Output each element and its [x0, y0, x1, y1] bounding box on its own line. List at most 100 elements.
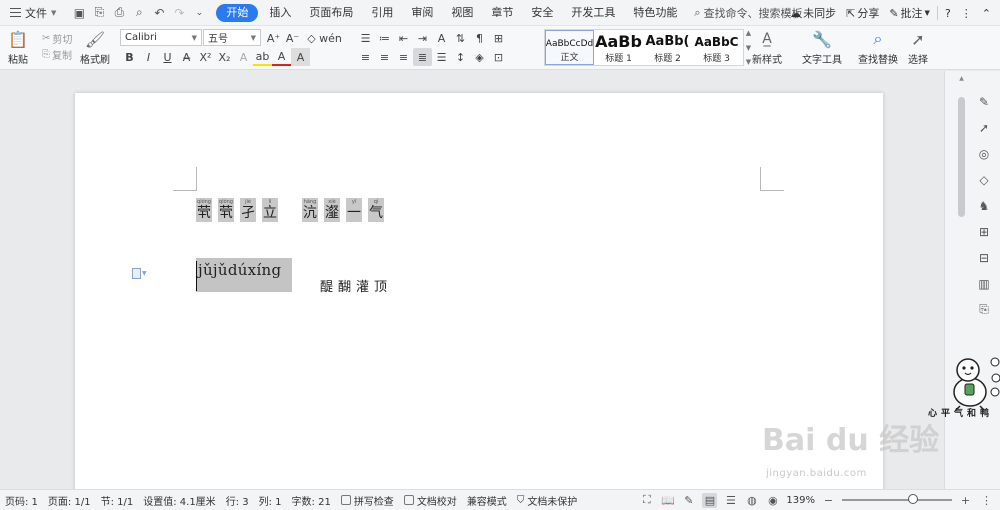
spell-check-button[interactable]: 拼写检查	[336, 493, 399, 508]
increase-indent-icon[interactable]: ⇥	[413, 29, 432, 47]
phonetic-char[interactable]: yī 一	[346, 198, 362, 222]
fullscreen-icon[interactable]: ⛶	[639, 493, 654, 508]
scroll-up-icon[interactable]: ▲	[957, 75, 966, 82]
line-spacing-icon[interactable]: ↕	[451, 48, 470, 66]
font-size-select[interactable]: 五号 ▼	[203, 29, 261, 46]
text-tools-button[interactable]: 🔧 文字工具	[802, 29, 842, 67]
tab-home[interactable]: 开始	[216, 3, 259, 22]
italic-icon[interactable]: I	[139, 48, 158, 66]
bullet-list-icon[interactable]: ☰	[356, 29, 375, 47]
status-pages[interactable]: 页面: 1/1	[43, 493, 96, 508]
shapes-icon[interactable]: ◇	[975, 171, 993, 188]
char-shading-icon[interactable]: A	[291, 48, 310, 66]
zoom-slider[interactable]	[842, 494, 952, 504]
highlight-icon[interactable]: ab	[253, 48, 272, 66]
page-view-icon[interactable]: ▤	[702, 492, 718, 508]
style-heading-1[interactable]: AaBb 标题 1	[594, 30, 643, 65]
distributed-align-icon[interactable]: ☰	[432, 48, 451, 66]
vertical-scrollbar[interactable]: ▲	[957, 75, 966, 485]
tab-special-features[interactable]: 特色功能	[624, 0, 686, 26]
shading-icon[interactable]: ◈	[470, 48, 489, 66]
select-button[interactable]: ➚ 选择	[908, 29, 928, 67]
zoom-in-icon[interactable]: +	[958, 493, 973, 508]
copy-button[interactable]: ⎘ 复制	[42, 46, 72, 62]
phonetic-char[interactable]: lì 立	[262, 198, 278, 222]
zoom-out-icon[interactable]: −	[821, 493, 836, 508]
sync-button[interactable]: ☁ 未同步	[787, 5, 839, 21]
body-text-word[interactable]: 醍醐灌顶	[320, 276, 392, 295]
tab-insert[interactable]: 插入	[260, 0, 300, 26]
style-heading-3[interactable]: AaBbC 标题 3	[692, 30, 741, 65]
tab-chapter[interactable]: 章节	[482, 0, 522, 26]
chart-icon[interactable]: ▥	[975, 275, 993, 292]
cursor-icon[interactable]: ➚	[975, 119, 993, 136]
web-view-icon[interactable]: ◍	[744, 493, 759, 508]
borders-icon[interactable]: ⊡	[489, 48, 508, 66]
sort-icon[interactable]: ⇅	[451, 29, 470, 47]
save-icon[interactable]: ▣	[70, 4, 88, 22]
outline-view-icon[interactable]: ☰	[723, 493, 738, 508]
redo-icon[interactable]: ↷	[170, 4, 188, 22]
read-mode-icon[interactable]: 📖	[660, 493, 675, 508]
align-right-icon[interactable]: ≡	[394, 48, 413, 66]
subscript-icon[interactable]: X₂	[215, 48, 234, 66]
phonetic-guide-icon[interactable]: wén	[319, 29, 342, 47]
align-justify-icon[interactable]: ≣	[413, 48, 432, 66]
location-icon[interactable]: ◎	[975, 145, 993, 162]
more-options-icon[interactable]: ⋮	[958, 7, 975, 20]
find-replace-button[interactable]: ⌕ 查找替换	[858, 29, 898, 66]
eye-protection-icon[interactable]: ◉	[765, 493, 780, 508]
status-page-code[interactable]: 页码: 1	[0, 493, 43, 508]
font-name-select[interactable]: Calibri ▼	[120, 29, 202, 46]
font-color-icon[interactable]: A	[272, 48, 291, 66]
more-chevron-icon[interactable]: ⌄	[190, 4, 208, 22]
style-normal[interactable]: AaBbCcDd 正文	[545, 30, 594, 65]
tab-review[interactable]: 审阅	[402, 0, 442, 26]
cut-button[interactable]: ✂ 剪切	[42, 30, 72, 46]
numbered-list-icon[interactable]: ≔	[375, 29, 394, 47]
decrease-indent-icon[interactable]: ⇤	[394, 29, 413, 47]
apps-icon[interactable]: ⊟	[975, 249, 993, 266]
phonetic-char[interactable]: qióng 茕	[218, 198, 234, 222]
document-icon[interactable]: ⎘	[975, 301, 993, 318]
tab-references[interactable]: 引用	[362, 0, 402, 26]
phonetic-line[interactable]: qióng 茕 qióng 茕 jié 孑 lì 立 hàng 沆 xiè 瀣 yī 一 qì…	[196, 198, 390, 222]
more-icon[interactable]: ⋮	[979, 493, 994, 508]
expand-icon[interactable]: ▼	[746, 58, 751, 66]
zoom-slider-knob[interactable]	[908, 494, 918, 504]
help-button[interactable]: ?	[942, 7, 954, 20]
phonetic-char[interactable]: jié 孑	[240, 198, 256, 222]
selected-pinyin-text[interactable]: jǔjǔdúxíng	[198, 261, 281, 279]
protection-button[interactable]: ⛉ 文档未保护	[512, 493, 583, 508]
table-icon[interactable]: ⊞	[975, 223, 993, 240]
grow-font-icon[interactable]: A⁺	[264, 29, 283, 47]
show-marks-icon[interactable]: ¶	[470, 29, 489, 47]
scrollbar-thumb[interactable]	[958, 97, 965, 217]
align-center-icon[interactable]: ≡	[375, 48, 394, 66]
status-word-count[interactable]: 字数: 21	[287, 493, 336, 508]
bold-icon[interactable]: B	[120, 48, 139, 66]
phonetic-char[interactable]: qióng 茕	[196, 198, 212, 222]
phonetic-char[interactable]: qì 气	[368, 198, 384, 222]
pen-icon[interactable]: ✎	[681, 493, 696, 508]
collapse-ribbon-icon[interactable]: ⌃	[979, 7, 994, 20]
tab-view[interactable]: 视图	[442, 0, 482, 26]
style-icon[interactable]: ♞	[975, 197, 993, 214]
status-position[interactable]: 设置值: 4.1厘米	[138, 493, 220, 508]
border-table-icon[interactable]: ⊞	[489, 29, 508, 47]
phonetic-char[interactable]: xiè 瀣	[324, 198, 340, 222]
chevron-up-icon[interactable]: ▲	[746, 29, 751, 37]
output-pdf-icon[interactable]: ⎘	[90, 4, 108, 22]
file-menu-button[interactable]: 文件 ▼	[0, 0, 64, 26]
shrink-font-icon[interactable]: A⁻	[283, 29, 302, 47]
undo-icon[interactable]: ↶	[150, 4, 168, 22]
sparkle-icon[interactable]: ✎	[975, 93, 993, 110]
status-section[interactable]: 节: 1/1	[96, 493, 139, 508]
tab-security[interactable]: 安全	[522, 0, 562, 26]
style-heading-2[interactable]: AaBb( 标题 2	[643, 30, 692, 65]
superscript-icon[interactable]: X²	[196, 48, 215, 66]
comment-button[interactable]: ✎ 批注 ▼	[886, 5, 933, 21]
text-effect-icon[interactable]: A	[234, 48, 253, 66]
zoom-level[interactable]: 139%	[786, 495, 815, 506]
tab-developer[interactable]: 开发工具	[562, 0, 624, 26]
